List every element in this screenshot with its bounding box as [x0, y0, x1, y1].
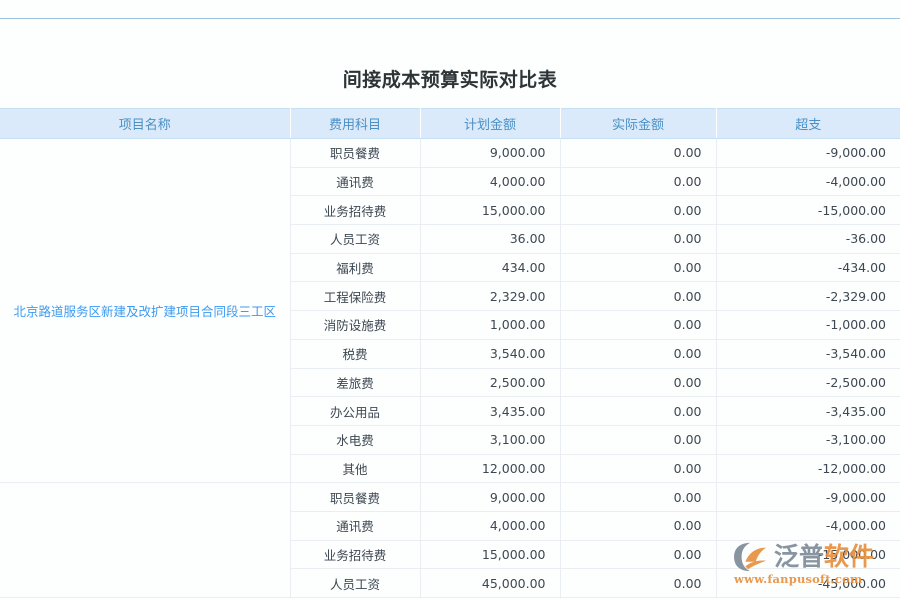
plan-amount-cell: 45,000.00 [420, 569, 560, 598]
actual-amount-cell: 0.00 [560, 569, 716, 598]
cost-item-cell: 通讯费 [290, 167, 420, 196]
column-header-plan-amount[interactable]: 计划金额 [420, 109, 560, 139]
plan-amount-cell: 2,329.00 [420, 282, 560, 311]
report-page: 间接成本预算实际对比表 项目名称 费用科目 计划金额 实际金额 超支 北京路道服… [0, 0, 900, 600]
plan-amount-cell: 15,000.00 [420, 196, 560, 225]
plan-amount-cell: 4,000.00 [420, 511, 560, 540]
overspend-cell: -3,435.00 [716, 397, 900, 426]
column-header-item[interactable]: 费用科目 [290, 109, 420, 139]
actual-amount-cell: 0.00 [560, 425, 716, 454]
cost-item-cell: 职员餐费 [290, 139, 420, 168]
plan-amount-cell: 9,000.00 [420, 483, 560, 512]
cost-item-cell: 工程保险费 [290, 282, 420, 311]
cost-item-cell: 其他 [290, 454, 420, 483]
plan-amount-cell: 12,000.00 [420, 454, 560, 483]
overspend-cell: -4,000.00 [716, 511, 900, 540]
plan-amount-cell: 9,000.00 [420, 139, 560, 168]
plan-amount-cell: 3,435.00 [420, 397, 560, 426]
actual-amount-cell: 0.00 [560, 368, 716, 397]
cost-item-cell: 人员工资 [290, 569, 420, 598]
overspend-cell: -4,000.00 [716, 167, 900, 196]
column-header-actual-amount[interactable]: 实际金额 [560, 109, 716, 139]
table-header: 项目名称 费用科目 计划金额 实际金额 超支 [0, 109, 900, 139]
overspend-cell: -9,000.00 [716, 483, 900, 512]
plan-amount-cell: 36.00 [420, 225, 560, 254]
table-header-row: 项目名称 费用科目 计划金额 实际金额 超支 [0, 109, 900, 139]
overspend-cell: -2,500.00 [716, 368, 900, 397]
page-title: 间接成本预算实际对比表 [0, 66, 900, 94]
actual-amount-cell: 0.00 [560, 167, 716, 196]
plan-amount-cell: 434.00 [420, 253, 560, 282]
report-table-container: 项目名称 费用科目 计划金额 实际金额 超支 北京路道服务区新建及改扩建项目合同… [0, 108, 900, 598]
cost-item-cell: 通讯费 [290, 511, 420, 540]
cost-item-cell: 办公用品 [290, 397, 420, 426]
project-name-cell[interactable] [0, 483, 290, 598]
plan-amount-cell: 3,100.00 [420, 425, 560, 454]
plan-amount-cell: 4,000.00 [420, 167, 560, 196]
actual-amount-cell: 0.00 [560, 282, 716, 311]
overspend-cell: -15,000.00 [716, 540, 900, 569]
actual-amount-cell: 0.00 [560, 225, 716, 254]
overspend-cell: -12,000.00 [716, 454, 900, 483]
actual-amount-cell: 0.00 [560, 139, 716, 168]
cost-comparison-table: 项目名称 费用科目 计划金额 实际金额 超支 北京路道服务区新建及改扩建项目合同… [0, 108, 900, 598]
cost-item-cell: 职员餐费 [290, 483, 420, 512]
plan-amount-cell: 1,000.00 [420, 311, 560, 340]
cost-item-cell: 福利费 [290, 253, 420, 282]
cost-item-cell: 业务招待费 [290, 196, 420, 225]
overspend-cell: -3,100.00 [716, 425, 900, 454]
actual-amount-cell: 0.00 [560, 454, 716, 483]
overspend-cell: -1,000.00 [716, 311, 900, 340]
plan-amount-cell: 15,000.00 [420, 540, 560, 569]
cost-item-cell: 水电费 [290, 425, 420, 454]
cost-item-cell: 业务招待费 [290, 540, 420, 569]
cost-item-cell: 差旅费 [290, 368, 420, 397]
overspend-cell: -2,329.00 [716, 282, 900, 311]
plan-amount-cell: 2,500.00 [420, 368, 560, 397]
actual-amount-cell: 0.00 [560, 311, 716, 340]
table-row: 职员餐费9,000.000.00-9,000.00 [0, 483, 900, 512]
actual-amount-cell: 0.00 [560, 397, 716, 426]
actual-amount-cell: 0.00 [560, 253, 716, 282]
overspend-cell: -3,540.00 [716, 339, 900, 368]
table-row: 北京路道服务区新建及改扩建项目合同段三工区职员餐费9,000.000.00-9,… [0, 139, 900, 168]
actual-amount-cell: 0.00 [560, 511, 716, 540]
actual-amount-cell: 0.00 [560, 339, 716, 368]
actual-amount-cell: 0.00 [560, 540, 716, 569]
plan-amount-cell: 3,540.00 [420, 339, 560, 368]
overspend-cell: -9,000.00 [716, 139, 900, 168]
table-body: 北京路道服务区新建及改扩建项目合同段三工区职员餐费9,000.000.00-9,… [0, 139, 900, 598]
top-divider [0, 18, 900, 19]
cost-item-cell: 人员工资 [290, 225, 420, 254]
actual-amount-cell: 0.00 [560, 483, 716, 512]
project-name-cell[interactable]: 北京路道服务区新建及改扩建项目合同段三工区 [0, 139, 290, 483]
cost-item-cell: 消防设施费 [290, 311, 420, 340]
overspend-cell: -434.00 [716, 253, 900, 282]
column-header-overspend[interactable]: 超支 [716, 109, 900, 139]
actual-amount-cell: 0.00 [560, 196, 716, 225]
overspend-cell: -36.00 [716, 225, 900, 254]
overspend-cell: -15,000.00 [716, 196, 900, 225]
overspend-cell: -45,000.00 [716, 569, 900, 598]
cost-item-cell: 税费 [290, 339, 420, 368]
column-header-project[interactable]: 项目名称 [0, 109, 290, 139]
